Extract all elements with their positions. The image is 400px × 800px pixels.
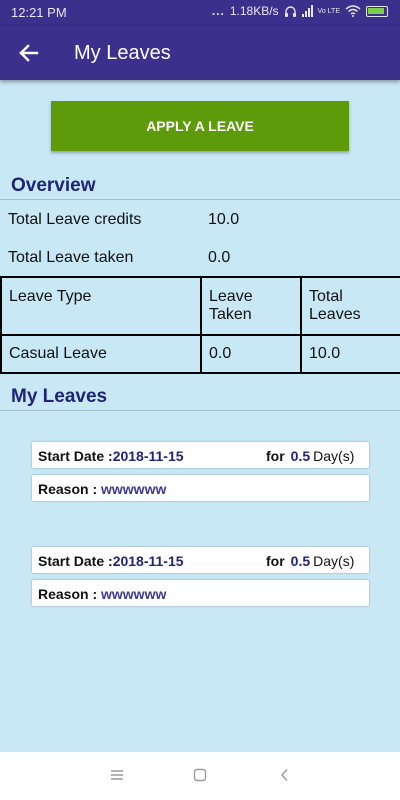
duration: for 0.5 Day(s) <box>266 553 354 569</box>
header-leave-taken: Leave Taken <box>200 276 302 336</box>
header-leave-type: Leave Type <box>0 276 202 336</box>
wifi-icon <box>345 5 361 17</box>
back-chevron-icon[interactable] <box>278 768 292 782</box>
signal-icon <box>301 5 313 17</box>
network-speed: 1.18KB/s <box>229 4 279 18</box>
cell-total-leaves: 10.0 <box>300 334 400 374</box>
battery-charging-icon <box>366 5 388 17</box>
status-time: 12:21 PM <box>11 5 67 20</box>
reason-label: Reason : <box>38 586 98 602</box>
cell-leave-type: Casual Leave <box>0 334 202 374</box>
menu-icon[interactable] <box>110 768 124 782</box>
start-date-text: Start Date :2018-11-15 <box>38 448 184 464</box>
reason-text: Reason : wwwwww <box>38 481 166 497</box>
leave-item-dates[interactable]: Start Date :2018-11-15 for 0.5 Day(s) <box>32 442 369 468</box>
headset-icon <box>284 5 296 17</box>
more-dots: ... <box>211 4 225 18</box>
arrow-left-icon[interactable] <box>16 40 42 66</box>
cell-leave-taken: 0.0 <box>200 334 302 374</box>
days-value: 0.5 <box>290 448 311 464</box>
reason-value: wwwwww <box>101 481 167 497</box>
status-bar: 12:21 PM ... 1.18KB/s Vo LTE <box>0 0 400 26</box>
overview-title: Overview <box>11 175 96 196</box>
overview-divider <box>0 199 400 200</box>
total-taken-label: Total Leave taken <box>8 249 134 266</box>
my-leaves-divider <box>0 410 400 411</box>
days-unit: Day(s) <box>313 553 355 569</box>
volte-icon: Vo LTE <box>317 7 340 15</box>
for-label: for <box>266 448 285 464</box>
reason-label: Reason : <box>38 481 98 497</box>
my-leaves-title: My Leaves <box>11 386 108 407</box>
start-date-text: Start Date :2018-11-15 <box>38 553 184 569</box>
start-date-label: Start Date : <box>38 553 113 569</box>
system-nav-bar <box>0 752 400 800</box>
home-square-icon[interactable] <box>193 768 207 782</box>
reason-value: wwwwww <box>101 586 167 602</box>
leave-summary-table: Leave Type Leave Taken Total Leaves Casu… <box>0 276 400 374</box>
status-icons: ... 1.18KB/s Vo LTE <box>212 4 388 18</box>
header-total-leaves: Total Leaves <box>300 276 400 336</box>
reason-text: Reason : wwwwww <box>38 586 166 602</box>
total-credits-label: Total Leave credits <box>8 211 142 228</box>
table-row: Casual Leave 0.0 10.0 <box>0 334 400 374</box>
total-credits-value: 10.0 <box>208 211 240 228</box>
for-label: for <box>266 553 285 569</box>
page-title: My Leaves <box>74 42 171 64</box>
start-date-value: 2018-11-15 <box>112 553 184 569</box>
apply-leave-button[interactable]: APPLY A LEAVE <box>51 101 349 151</box>
leave-item-reason[interactable]: Reason : wwwwww <box>32 475 369 501</box>
days-unit: Day(s) <box>313 448 355 464</box>
total-taken-value: 0.0 <box>208 249 231 266</box>
days-value: 0.5 <box>290 553 311 569</box>
leave-item-reason[interactable]: Reason : wwwwww <box>32 580 369 606</box>
table-header-row: Leave Type Leave Taken Total Leaves <box>0 276 400 336</box>
app-bar: My Leaves <box>0 26 400 80</box>
start-date-value: 2018-11-15 <box>112 448 184 464</box>
leave-item-dates[interactable]: Start Date :2018-11-15 for 0.5 Day(s) <box>32 547 369 573</box>
start-date-label: Start Date : <box>38 448 113 464</box>
duration: for 0.5 Day(s) <box>266 448 354 464</box>
